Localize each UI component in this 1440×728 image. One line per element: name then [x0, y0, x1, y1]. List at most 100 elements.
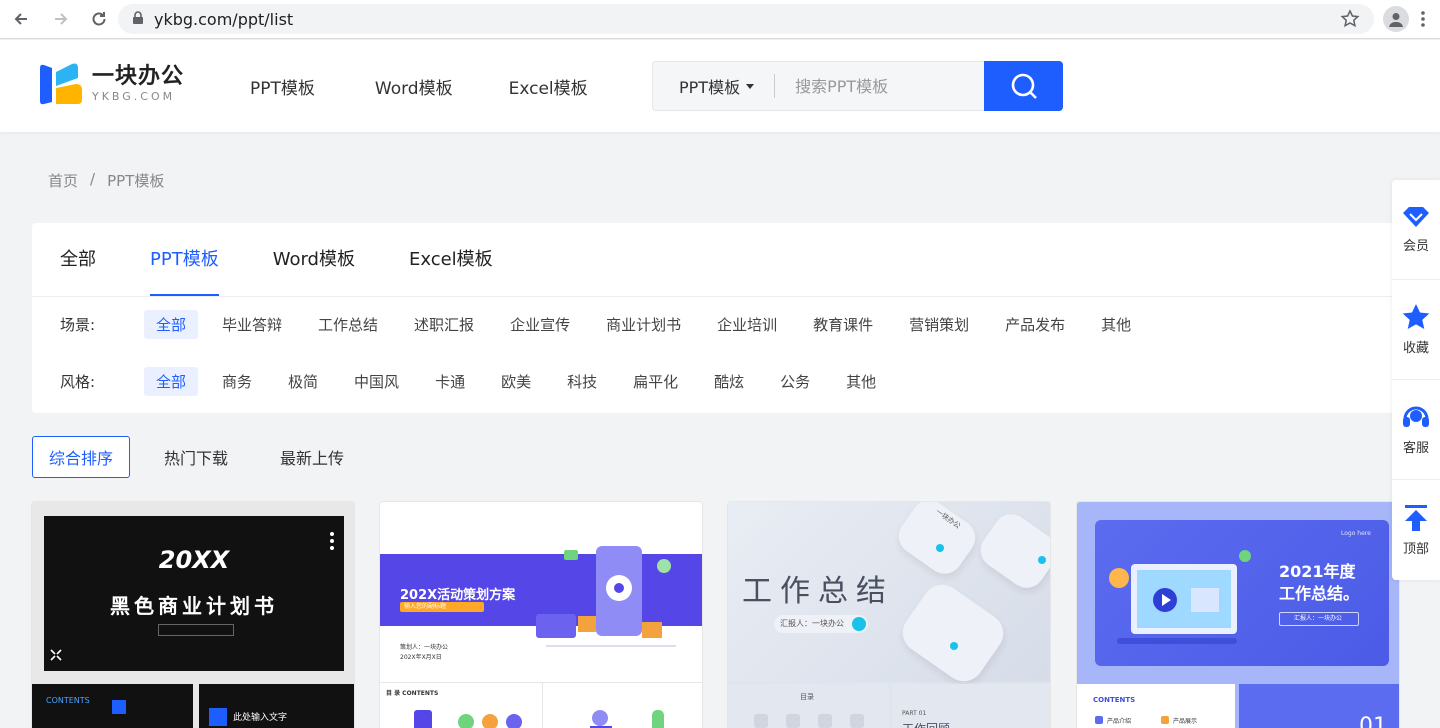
style-chip-all[interactable]: 全部 [144, 367, 199, 396]
float-back-to-top-label: 顶部 [1402, 541, 1429, 557]
breadcrumb-home[interactable]: 首页 [48, 170, 78, 191]
url-text: ykbg.com/ppt/list [154, 9, 294, 29]
scene-chip-training[interactable]: 企业培训 [705, 310, 789, 339]
scene-chip-corporate[interactable]: 企业宣传 [498, 310, 582, 339]
slide-title-line2: 工作总结。 [1279, 584, 1360, 603]
logo-name: 一块办公 [92, 64, 185, 89]
slide-reporter: 汇报人：一块办公 [774, 615, 868, 633]
nav-word[interactable]: Word模板 [375, 74, 453, 99]
float-service[interactable]: 客服 [1392, 380, 1440, 480]
profile-avatar-icon[interactable] [1383, 6, 1409, 32]
browser-toolbar: ykbg.com/ppt/list [0, 0, 1440, 39]
style-chip-western[interactable]: 欧美 [489, 367, 543, 396]
star-icon [1402, 304, 1430, 329]
slide-thumb-part: PART 01 工作回顾 [892, 684, 1050, 728]
scene-label: 场景: [60, 316, 96, 334]
float-back-to-top[interactable]: 顶部 [1392, 480, 1440, 580]
float-vip[interactable]: 会员 [1392, 180, 1440, 280]
slide-thumb-number: 01 [1239, 684, 1399, 728]
style-chip-flat[interactable]: 扁平化 [621, 367, 690, 396]
style-chip-cool[interactable]: 酷炫 [702, 367, 756, 396]
tab-all[interactable]: 全部 [60, 223, 96, 297]
nav-ppt[interactable]: PPT模板 [250, 74, 315, 99]
sort-comprehensive[interactable]: 综合排序 [32, 436, 131, 478]
category-tabs: 全部 PPT模板 Word模板 Excel模板 [60, 223, 547, 297]
slide-item: 产品展示 [1173, 718, 1198, 725]
template-card[interactable]: 一块办公 工作总结 汇报人：一块办公 目录 PART 01 工作回顾 [727, 501, 1051, 728]
template-card[interactable]: 20XX 黑色商业计划书 CONTENTS 此处输入文字 [31, 501, 355, 728]
tab-word[interactable]: Word模板 [273, 223, 355, 297]
style-chip-minimal[interactable]: 极简 [276, 367, 330, 396]
style-chip-other[interactable]: 其他 [834, 367, 888, 396]
more-dots-icon[interactable] [330, 532, 334, 550]
bookmark-star-icon[interactable] [1340, 9, 1360, 33]
style-chip-chinese[interactable]: 中国风 [342, 367, 411, 396]
style-chip-cartoon[interactable]: 卡通 [423, 367, 477, 396]
logo-mark-icon [40, 63, 82, 105]
slide-deco [894, 576, 1012, 690]
slide-block [850, 714, 864, 728]
back-icon[interactable] [10, 8, 32, 30]
slide-part-title: 工作回顾 [902, 720, 950, 728]
slide-thumb-contents: CONTENTS 产品介绍 产品展示 [1077, 684, 1235, 728]
forward-icon[interactable] [50, 8, 72, 30]
slide-block [818, 714, 832, 728]
style-chip-business[interactable]: 商务 [210, 367, 264, 396]
scene-chip-education[interactable]: 教育课件 [801, 310, 885, 339]
slide-cover: 20XX 黑色商业计划书 [44, 516, 344, 671]
search-category-label: PPT模板 [679, 78, 741, 97]
main-nav: PPT模板 Word模板 Excel模板 [250, 74, 644, 99]
headset-icon [1403, 406, 1429, 427]
slide-contents-label: CONTENTS [1093, 696, 1136, 704]
slide-deco [973, 507, 1050, 595]
slide-item: 产品介绍 [1107, 718, 1132, 725]
slide-date: 202X年X月X日 [400, 654, 442, 661]
scene-chip-product-launch[interactable]: 产品发布 [993, 310, 1077, 339]
address-bar[interactable]: ykbg.com/ppt/list [118, 4, 1374, 34]
slide-block [754, 714, 768, 728]
site-header: 一块办公 YKBG.COM PPT模板 Word模板 Excel模板 PPT模板 [0, 40, 1440, 132]
nav-excel[interactable]: Excel模板 [509, 74, 588, 99]
arrow-up-icon [1405, 504, 1427, 531]
slide-thumb-contents: 目录 [728, 684, 889, 728]
breadcrumb-separator: / [90, 170, 96, 188]
search-box: PPT模板 [652, 61, 1063, 111]
scene-chip-defense[interactable]: 毕业答辩 [210, 310, 294, 339]
tabs-divider [32, 296, 1408, 297]
reload-icon[interactable] [88, 8, 110, 30]
filter-panel: 全部 PPT模板 Word模板 Excel模板 场景: 全部 毕业答辩 工作总结… [32, 223, 1408, 413]
scene-chip-marketing[interactable]: 营销策划 [897, 310, 981, 339]
template-card[interactable]: Logo here 2021年度 工作总结。 汇报人：一块办公 CONTENTS… [1076, 501, 1400, 728]
style-chip-tech[interactable]: 科技 [555, 367, 609, 396]
scene-chip-other[interactable]: 其他 [1089, 310, 1143, 339]
slide-part-label: PART 01 [902, 710, 927, 717]
style-filter-row: 风格: 全部 商务 极简 中国风 卡通 欧美 科技 扁平化 酷炫 公务 其他 [60, 367, 900, 396]
browser-menu-icon[interactable] [1420, 10, 1426, 32]
arrow-right-icon [852, 617, 866, 631]
scene-chip-all[interactable]: 全部 [144, 310, 199, 339]
search-category-dropdown[interactable]: PPT模板 [679, 74, 755, 98]
tab-excel[interactable]: Excel模板 [409, 223, 493, 297]
float-favorites[interactable]: 收藏 [1392, 280, 1440, 380]
search-button[interactable] [984, 61, 1063, 111]
scene-chip-business-plan[interactable]: 商业计划书 [594, 310, 693, 339]
style-chip-official[interactable]: 公务 [768, 367, 822, 396]
slide-dot [1038, 556, 1046, 564]
tab-ppt[interactable]: PPT模板 [150, 223, 219, 297]
sort-popular[interactable]: 热门下载 [164, 445, 228, 469]
style-label: 风格: [60, 373, 96, 391]
expand-icon[interactable] [50, 646, 62, 665]
slide-title: 黑色商业计划书 [110, 594, 278, 618]
slide-bullet [1095, 716, 1103, 724]
scene-chip-work-summary[interactable]: 工作总结 [306, 310, 390, 339]
scene-chip-report[interactable]: 述职汇报 [402, 310, 486, 339]
breadcrumb: 首页 / PPT模板 [48, 170, 164, 191]
template-card[interactable]: 202X活动策划方案 输入您的副标题 策划人：一块办公 202X年X月X日 目 … [379, 501, 703, 728]
sort-newest[interactable]: 最新上传 [280, 445, 344, 469]
slide-title-line1: 2021年度 [1279, 562, 1356, 581]
slide-thumb-text: 此处输入文字 [199, 684, 354, 728]
search-icon [1011, 73, 1037, 99]
site-logo[interactable]: 一块办公 YKBG.COM [38, 62, 184, 106]
card-thumbnail: Logo here 2021年度 工作总结。 汇报人：一块办公 [1077, 502, 1399, 682]
search-input[interactable] [795, 76, 966, 96]
